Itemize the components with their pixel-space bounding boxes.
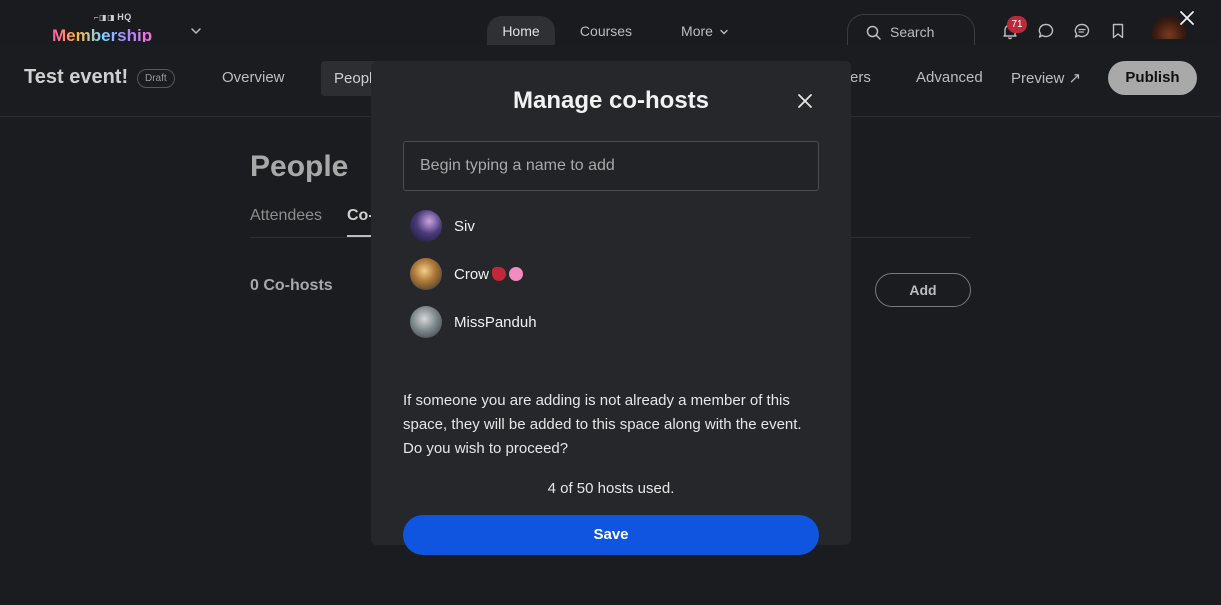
- page-title: People: [250, 150, 349, 183]
- avatar: [410, 210, 442, 242]
- search-icon: [866, 25, 881, 40]
- chevron-down-icon[interactable]: [190, 25, 202, 37]
- nav-tab-more-label: More: [681, 23, 713, 39]
- suggestion-name: MissPanduh: [454, 314, 537, 331]
- suggestion-item-crow[interactable]: Crow: [410, 258, 790, 292]
- nav-tab-more[interactable]: More: [665, 16, 745, 46]
- logo-wordmark: Membership: [52, 26, 152, 42]
- manage-cohosts-modal: Manage co-hosts Siv Crow MissPanduh If s…: [371, 61, 851, 545]
- notification-badge: 71: [1007, 16, 1027, 33]
- nav-tab-courses-label: Courses: [579, 23, 633, 39]
- event-title: Test event!: [24, 66, 129, 88]
- search-button[interactable]: Search: [847, 14, 975, 48]
- nav-tab-home[interactable]: Home: [487, 16, 555, 46]
- logo-hq-text: HQ: [117, 12, 132, 22]
- suggestion-item-siv[interactable]: Siv: [410, 210, 790, 244]
- avatar: [410, 306, 442, 338]
- save-button[interactable]: Save: [403, 515, 819, 555]
- tab-overview[interactable]: Overview: [222, 69, 285, 86]
- suggestion-name-wrap: Crow: [454, 266, 524, 283]
- top-navigation-bar: ⌐◨◨ HQ Membership Home Courses More Searc…: [0, 0, 1221, 48]
- membership-warning-text: If someone you are adding is not already…: [403, 392, 802, 457]
- logo-hq-mark: ⌐◨◨ HQ: [94, 12, 132, 22]
- glasses-icon: ⌐◨◨: [94, 13, 116, 22]
- nav-tab-courses[interactable]: Courses: [571, 16, 641, 46]
- status-badge: Draft: [137, 69, 175, 88]
- suggestion-name: Siv: [454, 218, 475, 235]
- community-logo[interactable]: ⌐◨◨ HQ Membership: [52, 12, 170, 42]
- bookmark-icon[interactable]: [1109, 22, 1127, 40]
- chat-bubble-icon[interactable]: [1037, 22, 1055, 40]
- add-cohost-button[interactable]: Add: [875, 273, 971, 307]
- brain-emoji-icon: [509, 267, 524, 281]
- hosts-used-count: 4 of 50 hosts used.: [547, 480, 675, 497]
- cohost-search-input[interactable]: [403, 141, 819, 191]
- nav-tab-home-label: Home: [502, 23, 540, 39]
- suggestion-item-misspanduh[interactable]: MissPanduh: [410, 306, 790, 340]
- tab-advanced[interactable]: Advanced: [916, 69, 983, 86]
- modal-title: Manage co-hosts: [512, 87, 710, 114]
- publish-button[interactable]: Publish: [1108, 61, 1197, 95]
- tab-co-hosts[interactable]: Co-: [347, 207, 374, 225]
- close-icon[interactable]: [795, 91, 815, 111]
- chevron-down-icon: [720, 30, 728, 35]
- rose-emoji-icon: [492, 267, 507, 281]
- search-label: Search: [890, 24, 935, 40]
- tab-partial-hidden[interactable]: ers: [850, 69, 871, 86]
- messages-icon[interactable]: [1073, 22, 1091, 40]
- tab-preview[interactable]: Preview ↗: [1011, 69, 1081, 87]
- tab-attendees[interactable]: Attendees: [250, 207, 322, 225]
- avatar: [410, 258, 442, 290]
- suggestion-name: Crow: [454, 266, 490, 283]
- cohost-count: 0 Co-hosts: [250, 277, 333, 294]
- close-icon[interactable]: [1178, 9, 1196, 27]
